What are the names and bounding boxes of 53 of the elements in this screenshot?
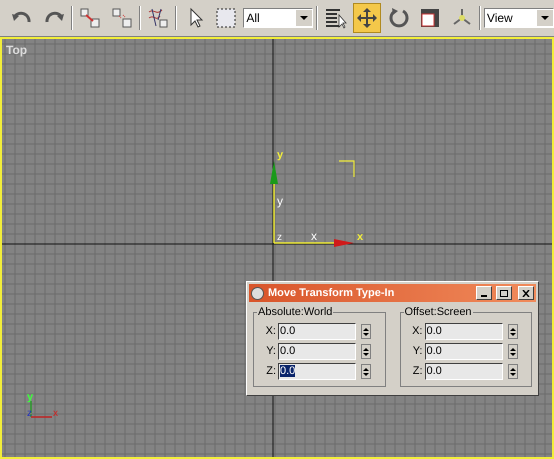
toolbar-button[interactable] (352, 3, 382, 33)
triad-z-label: z (27, 408, 32, 419)
spinner[interactable] (508, 344, 518, 359)
space-warp-bind-icon (146, 6, 170, 30)
field-value: 0.0 (280, 345, 296, 357)
link-icon (78, 6, 102, 30)
maximize-icon (500, 290, 508, 296)
plane-x-label: x (311, 229, 317, 243)
triad-y-label: y (27, 391, 34, 403)
axis-label: Z: (265, 364, 276, 380)
top-viewport[interactable]: Top y y z x x y z x Move Transform Type-In Absolute:World X: 0.0 Y: 0.0 Z: 0.0 Offset:Screen X: 0.0 Y: 0.0 Z: 0.0 (0, 37, 554, 459)
coordinate-field[interactable]: 0.0 (278, 363, 356, 380)
field-value: 0.0 (280, 365, 296, 377)
spinner[interactable] (361, 344, 371, 359)
dropdown-value: All (246, 10, 261, 27)
axis-label: Y: (412, 344, 422, 360)
maximize-button[interactable] (496, 286, 512, 300)
spinner[interactable] (508, 364, 518, 379)
coordinate-field[interactable]: 0.0 (424, 363, 502, 380)
coordinate-field[interactable]: 0.0 (424, 343, 502, 360)
coordinate-field[interactable]: 0.0 (278, 343, 356, 360)
field-value: 0.0 (426, 325, 442, 337)
close-icon (522, 290, 530, 296)
rotate-icon (386, 6, 411, 30)
minimize-button[interactable] (476, 286, 492, 300)
axis-label: Z: (412, 364, 422, 380)
gizmo-z-label: z (277, 232, 282, 243)
gizmo-x-label: x (357, 231, 364, 243)
select-by-name-icon (324, 6, 348, 30)
axis-label: X: (411, 324, 422, 340)
axis-label: X: (264, 324, 276, 340)
coordinate-field[interactable]: 0.0 (278, 323, 356, 340)
spinner[interactable] (361, 324, 371, 339)
field-value: 0.0 (426, 345, 442, 357)
spinner[interactable] (508, 324, 518, 339)
app-icon (251, 286, 264, 300)
unlink-icon (110, 6, 134, 30)
triad-x-label: x (53, 408, 58, 419)
coordinate-field[interactable]: 0.0 (424, 323, 502, 340)
viewport-label: Top (6, 42, 28, 59)
dialog-title: Move Transform Type-In (268, 286, 396, 301)
plane-y-label: y (277, 194, 283, 208)
region-select-icon (214, 6, 238, 30)
close-button[interactable] (518, 286, 534, 300)
gizmo-y-label: y (277, 149, 284, 161)
move-arrows-icon (355, 6, 380, 30)
field-value: 0.0 (426, 365, 442, 377)
axis-label: Y: (265, 344, 276, 360)
spinner[interactable] (361, 364, 371, 379)
dropdown-value: View (486, 10, 514, 27)
filter-dropdown[interactable]: View (484, 8, 554, 28)
filter-dropdown[interactable]: All (243, 8, 314, 28)
field-value: 0.0 (280, 325, 296, 337)
